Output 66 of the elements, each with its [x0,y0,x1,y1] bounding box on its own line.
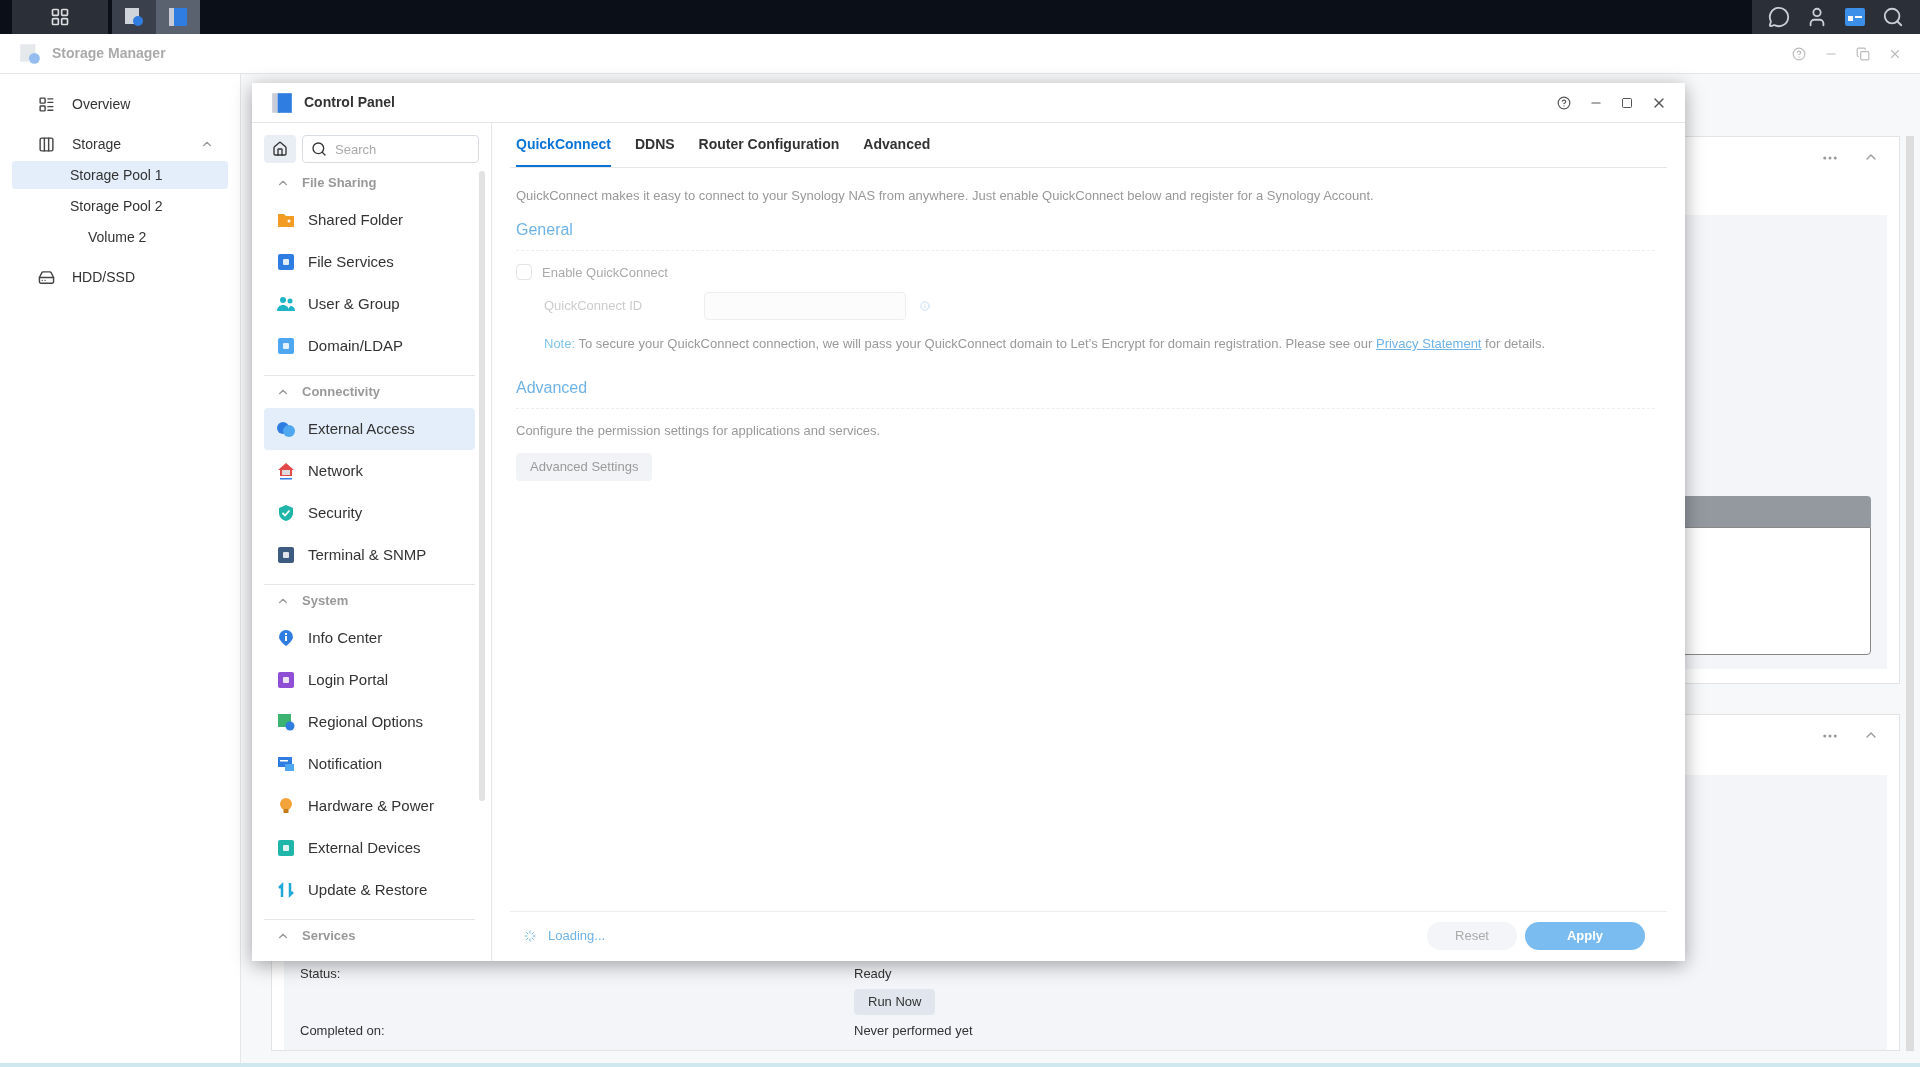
nav-item[interactable]: Update & Restore [264,869,475,911]
description-text: QuickConnect makes it easy to connect to your Synology NAS from anywhere. Just enable QuickConnect below and register for a Synology Account. [516,187,1375,205]
widgets-icon[interactable] [1844,6,1866,28]
chat-icon[interactable] [1768,6,1790,28]
checkbox-label: Enable QuickConnect [542,263,668,282]
maximize-icon[interactable] [1621,96,1633,109]
nav-item[interactable]: External Devices [264,827,475,869]
grid-icon [50,7,70,27]
nav-item[interactable]: External Access [264,408,475,450]
sidebar-item[interactable]: Storage Pool 1 [12,161,228,189]
main-menu-button[interactable] [12,0,108,34]
nav-item[interactable]: User & Group [264,283,475,325]
nav-item[interactable]: Hardware & Power [264,785,475,827]
search-icon [311,141,327,157]
lightbulb-icon [279,797,293,815]
message-icon [277,756,295,772]
nav-item[interactable]: File Services [264,241,475,283]
folder-icon [277,212,295,228]
search-field[interactable]: Search [302,135,479,163]
nav-item[interactable]: Shared Folder [264,199,475,241]
section-heading: Advanced [516,376,1655,409]
tab[interactable]: DDNS [634,134,675,167]
nav-item[interactable]: Security [264,492,475,534]
storage-app-icon [18,41,42,66]
nav-item[interactable]: Login Portal [264,659,475,701]
nav-item[interactable]: Notification [264,743,475,785]
tab[interactable]: QuickConnect [516,134,611,167]
users-icon [276,296,296,312]
storage-app-icon [123,6,145,28]
home-icon [272,141,288,157]
taskbar-app[interactable] [156,0,200,34]
restore-icon[interactable] [1856,46,1870,61]
nav-item[interactable]: Network [264,450,475,492]
control-panel-app-icon [270,90,294,115]
nav-item[interactable]: Info Center [264,617,475,659]
status-text: Loading... [548,926,607,945]
tab[interactable]: Router Configuration [698,134,840,167]
taskbar-app[interactable] [112,0,156,34]
field-value: Never performed yet [854,1022,973,1041]
info-pin-icon [278,629,294,647]
sidebar-item[interactable]: Overview [12,90,228,118]
home-button[interactable] [264,135,296,163]
house-icon [277,462,295,480]
nav-item[interactable]: Terminal & SNMP [264,534,475,576]
window-title: Control Panel [304,93,396,112]
sync-arrows-icon [277,881,295,899]
control-panel-app-icon [167,6,189,28]
field-label: Status: [300,965,342,984]
run-now-button[interactable]: Run Now [854,989,936,1015]
shield-icon [278,504,294,522]
nav-item[interactable]: Domain/LDAP [264,325,475,367]
note-text: Note: To secure your QuickConnect connection, we will pass your QuickConnect domain to Let’s Encrypt for domain registration. Please see our Privacy Statement for details. [543,335,1547,353]
sidebar-item[interactable]: HDD/SSD [12,263,228,291]
tab[interactable]: Advanced [863,134,931,167]
field-value: Ready [854,965,892,984]
section-heading: General [516,217,1655,251]
loading-spinner-icon [524,929,536,942]
sidebar-item[interactable]: Storage [12,130,228,158]
field-label: Completed on: [300,1022,386,1041]
window-title: Storage Manager [52,44,167,63]
sidebar-item[interactable]: Volume 2 [12,223,228,251]
description-text: Configure the permission settings for applications and services. [516,422,882,440]
search-icon[interactable] [1882,6,1904,28]
nav-item[interactable]: Regional Options [264,701,475,743]
sidebar-item[interactable]: Storage Pool 2 [12,192,228,220]
help-icon[interactable] [1557,95,1571,110]
